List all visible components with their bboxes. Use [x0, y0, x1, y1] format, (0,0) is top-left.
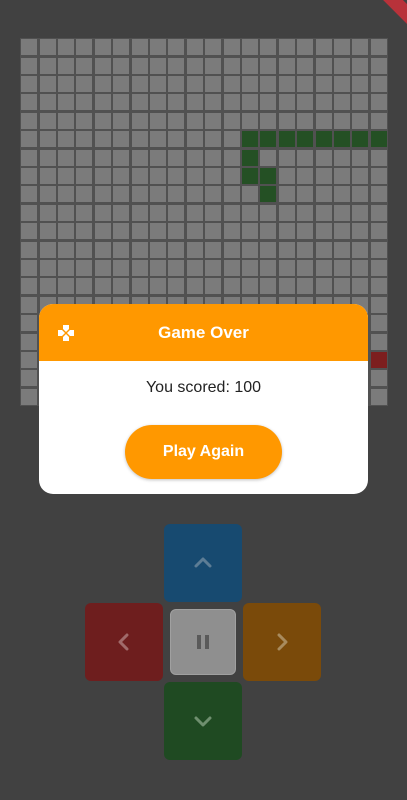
gamepad-icon [58, 325, 74, 341]
modal-overlay: Game Over You scored: 100 Play Again [0, 0, 407, 800]
dialog-header: Game Over [39, 304, 368, 361]
score-text: You scored: 100 [145, 379, 262, 396]
dialog-body: You scored: 100 Play Again [39, 361, 368, 494]
play-again-button[interactable]: Play Again [125, 425, 282, 479]
dialog-title: Game Over [158, 322, 249, 342]
game-over-dialog: Game Over You scored: 100 Play Again [39, 304, 368, 494]
